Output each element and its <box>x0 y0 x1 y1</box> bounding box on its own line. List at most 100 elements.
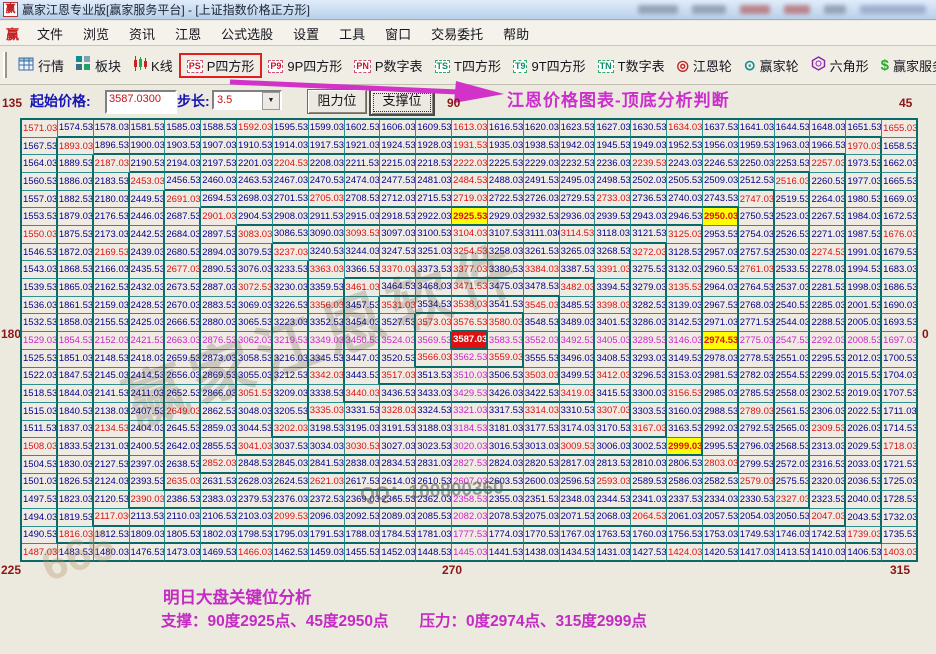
gann-cell[interactable]: 1959.5300 <box>738 137 775 156</box>
gann-cell[interactable]: 2652.5300 <box>165 385 202 403</box>
gann-cell[interactable]: 2015.5300 <box>846 367 883 386</box>
gann-cell[interactable]: 2211.5300 <box>344 155 381 174</box>
gann-cell[interactable]: 1669.0300 <box>882 190 918 209</box>
gann-cell[interactable]: 2253.5300 <box>774 155 811 174</box>
gann-cell[interactable]: 3468.0300 <box>416 279 453 297</box>
gann-cell[interactable]: 2092.5300 <box>344 508 381 527</box>
gann-cell[interactable]: 2169.5300 <box>93 243 130 262</box>
gann-cell[interactable]: 2474.0300 <box>344 173 381 191</box>
gann-cell[interactable]: 3303.5300 <box>631 402 668 421</box>
gann-cell[interactable]: 2467.0300 <box>272 173 309 191</box>
gann-cell[interactable]: 2309.5300 <box>810 420 847 439</box>
gann-cell[interactable]: 3370.0300 <box>380 261 417 280</box>
gann-cell[interactable]: 2117.0300 <box>93 508 130 527</box>
gann-cell[interactable]: 2250.0300 <box>738 155 775 174</box>
gann-cell[interactable]: 1921.0300 <box>344 137 381 156</box>
gann-cell[interactable]: 3394.5300 <box>595 279 632 297</box>
gann-cell[interactable]: 3258.0300 <box>487 243 524 262</box>
gann-cell[interactable]: 2057.5300 <box>702 508 739 527</box>
gann-cell[interactable]: 1469.5300 <box>201 544 238 562</box>
gann-cell[interactable]: 1679.5300 <box>882 243 918 262</box>
gann-cell[interactable]: 3559.0300 <box>487 349 524 368</box>
gann-cell[interactable]: 2582.5300 <box>702 473 739 492</box>
gann-cell[interactable]: 2890.5300 <box>201 261 238 280</box>
gann-cell[interactable]: 1459.0300 <box>308 544 345 562</box>
toolbar-item-K线[interactable]: K线 <box>127 53 179 78</box>
gann-cell[interactable]: 1816.0300 <box>57 526 94 545</box>
gann-cell[interactable]: 1966.5300 <box>810 137 847 156</box>
gann-cell[interactable]: 1704.0300 <box>882 367 918 386</box>
gann-cell[interactable]: 1497.5300 <box>22 491 58 509</box>
gann-cell[interactable]: 1788.0300 <box>344 526 381 545</box>
gann-cell[interactable]: 1746.0300 <box>774 526 811 545</box>
gann-cell[interactable]: 3065.5300 <box>237 314 273 333</box>
gann-cell[interactable]: 1697.0300 <box>882 332 918 350</box>
gann-cell[interactable]: 2260.5300 <box>810 173 847 191</box>
gann-cell[interactable]: 3503.0300 <box>523 367 560 386</box>
gann-cell[interactable]: 3006.0300 <box>595 438 632 456</box>
gann-cell[interactable]: 2435.5300 <box>129 261 166 280</box>
gann-cell[interactable]: 1833.5300 <box>57 438 94 456</box>
gann-cell[interactable]: 1823.0300 <box>57 491 94 509</box>
gann-cell[interactable]: 1448.5300 <box>416 544 453 562</box>
gann-cell[interactable]: 1627.0300 <box>595 120 632 138</box>
gann-cell[interactable]: 1809.0300 <box>129 526 166 545</box>
gann-cell[interactable]: 2775.0300 <box>738 332 775 350</box>
gann-cell[interactable]: 2495.0300 <box>559 173 596 191</box>
gann-cell[interactable]: 2964.0300 <box>702 279 739 297</box>
gann-cell[interactable]: 1406.5300 <box>846 544 883 562</box>
gann-cell[interactable]: 3195.0300 <box>344 420 381 439</box>
gann-cell[interactable]: 1784.5300 <box>380 526 417 545</box>
gann-cell[interactable]: 3153.0300 <box>667 367 703 386</box>
gann-cell[interactable]: 3520.5300 <box>380 349 417 368</box>
gann-cell[interactable]: 3328.0300 <box>380 402 417 421</box>
gann-cell[interactable]: 2348.0300 <box>559 491 596 509</box>
gann-cell[interactable]: 3104.0300 <box>452 226 488 244</box>
gann-cell[interactable]: 2904.5300 <box>237 208 273 227</box>
gann-cell[interactable]: 2033.0300 <box>846 455 883 474</box>
gann-cell[interactable]: 2124.0300 <box>93 473 130 492</box>
gann-cell[interactable]: 2047.0300 <box>810 508 847 527</box>
gann-cell[interactable]: 2960.5300 <box>702 261 739 280</box>
gann-cell[interactable]: 3272.0300 <box>631 243 668 262</box>
gann-cell[interactable]: 2418.0300 <box>129 349 166 368</box>
gann-cell[interactable]: 1987.5300 <box>846 226 883 244</box>
gann-cell[interactable]: 1557.0300 <box>22 190 58 209</box>
gann-cell[interactable]: 2712.0300 <box>380 190 417 209</box>
gann-cell[interactable]: 1445.0300 <box>452 544 488 562</box>
menu-item-5[interactable]: 设置 <box>283 22 329 45</box>
gann-cell[interactable]: 3412.0300 <box>595 367 632 386</box>
toolbar-item-六角形[interactable]: 六角形 <box>805 53 875 78</box>
gann-cell[interactable]: 2061.0300 <box>667 508 703 527</box>
gann-cell[interactable]: 2019.0300 <box>846 385 883 403</box>
gann-cell[interactable]: 2995.5300 <box>702 438 739 456</box>
gann-cell[interactable]: 2939.5300 <box>595 208 632 227</box>
gann-cell[interactable]: 3587.0300 <box>452 332 488 350</box>
gann-cell[interactable]: 2225.5300 <box>487 155 524 174</box>
gann-cell[interactable]: 2946.5300 <box>667 208 703 227</box>
gann-cell[interactable]: 2789.0300 <box>738 402 775 421</box>
gann-cell[interactable]: 2505.5300 <box>667 173 703 191</box>
gann-cell[interactable]: 3086.5300 <box>272 226 309 244</box>
gann-cell[interactable]: 3219.5300 <box>272 332 309 350</box>
gann-cell[interactable]: 2666.5300 <box>165 314 202 333</box>
gann-cell[interactable]: 2089.0300 <box>380 508 417 527</box>
gann-cell[interactable]: 3191.5300 <box>380 420 417 439</box>
gann-cell[interactable]: 3275.5300 <box>631 261 668 280</box>
gann-cell[interactable]: 1693.5300 <box>882 314 918 333</box>
gann-cell[interactable]: 3450.5300 <box>344 332 381 350</box>
gann-cell[interactable]: 2897.5300 <box>201 226 238 244</box>
gann-cell[interactable]: 3373.5300 <box>416 261 453 280</box>
gann-cell[interactable]: 3471.5300 <box>452 279 488 297</box>
gann-cell[interactable]: 3254.5300 <box>452 243 488 262</box>
gann-cell[interactable]: 1865.0300 <box>57 279 94 297</box>
gann-cell[interactable]: 2677.0300 <box>165 261 202 280</box>
gann-cell[interactable]: 2292.0300 <box>810 332 847 350</box>
gann-cell[interactable]: 1413.5300 <box>774 544 811 562</box>
gann-cell[interactable]: 2880.0300 <box>201 314 238 333</box>
gann-cell[interactable]: 2376.0300 <box>272 491 309 509</box>
gann-cell[interactable]: 2306.0300 <box>810 402 847 421</box>
toolbar-item-赢家轮[interactable]: ⊙ 赢家轮 <box>738 53 805 78</box>
gann-cell[interactable]: 3405.0300 <box>595 332 632 350</box>
gann-cell[interactable]: 1770.5300 <box>523 526 560 545</box>
